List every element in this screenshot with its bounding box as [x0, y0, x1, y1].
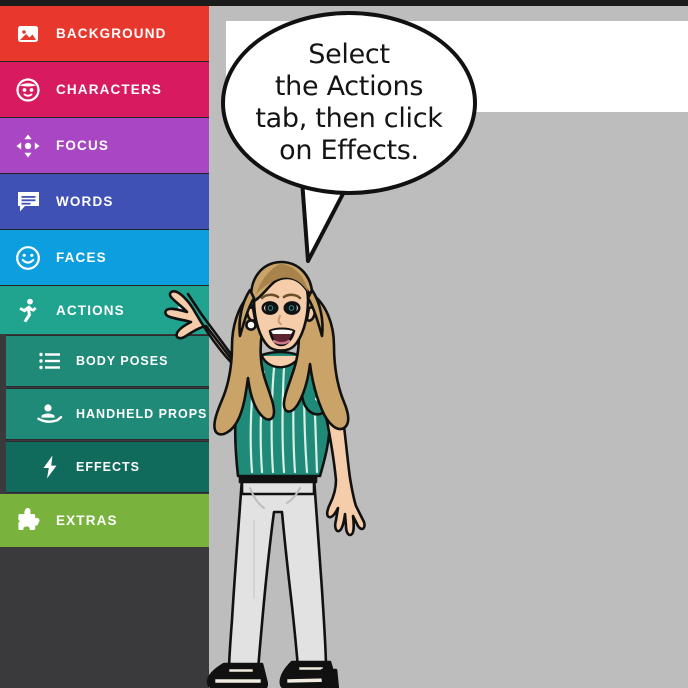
- list-icon: [36, 347, 64, 375]
- puzzle-icon: [14, 507, 42, 535]
- move-icon: [14, 132, 42, 160]
- instruction-tooltip-text: Select the Actions tab, then click on Ef…: [241, 39, 456, 166]
- sidebar-item-characters[interactable]: CHARACTERS: [0, 62, 209, 117]
- tooltip-line-4: on Effects.: [279, 134, 419, 166]
- app-root: BACKGROUND CHARACTERS FOCUS WORDS FACES …: [0, 0, 688, 688]
- smiley-icon: [14, 244, 42, 272]
- sidebar-item-label: ACTIONS: [56, 302, 125, 318]
- hand-prop-icon: [36, 400, 64, 428]
- sidebar-item-label: WORDS: [56, 194, 114, 209]
- character-icon: [14, 76, 42, 104]
- sidebar-item-label: FACES: [56, 250, 107, 265]
- image-icon: [14, 20, 42, 48]
- tooltip-line-2: the Actions: [274, 71, 424, 103]
- running-icon: [14, 296, 42, 324]
- speech-icon: [14, 188, 42, 216]
- instruction-tooltip: Select the Actions tab, then click on Ef…: [221, 11, 477, 195]
- sidebar-item-label: EXTRAS: [56, 513, 118, 528]
- bolt-icon: [36, 453, 64, 481]
- sidebar-item-words[interactable]: WORDS: [0, 174, 209, 229]
- sidebar-item-focus[interactable]: FOCUS: [0, 118, 209, 173]
- sidebar-item-label: EFFECTS: [76, 460, 140, 474]
- sidebar-item-label: FOCUS: [56, 138, 109, 153]
- sidebar-item-label: CHARACTERS: [56, 82, 162, 97]
- tooltip-line-1: Select: [308, 39, 390, 71]
- sidebar-item-label: BACKGROUND: [56, 26, 167, 41]
- sidebar-item-background[interactable]: BACKGROUND: [0, 6, 209, 61]
- avatar[interactable]: [150, 250, 410, 688]
- tooltip-line-3: tab, then click: [255, 103, 443, 134]
